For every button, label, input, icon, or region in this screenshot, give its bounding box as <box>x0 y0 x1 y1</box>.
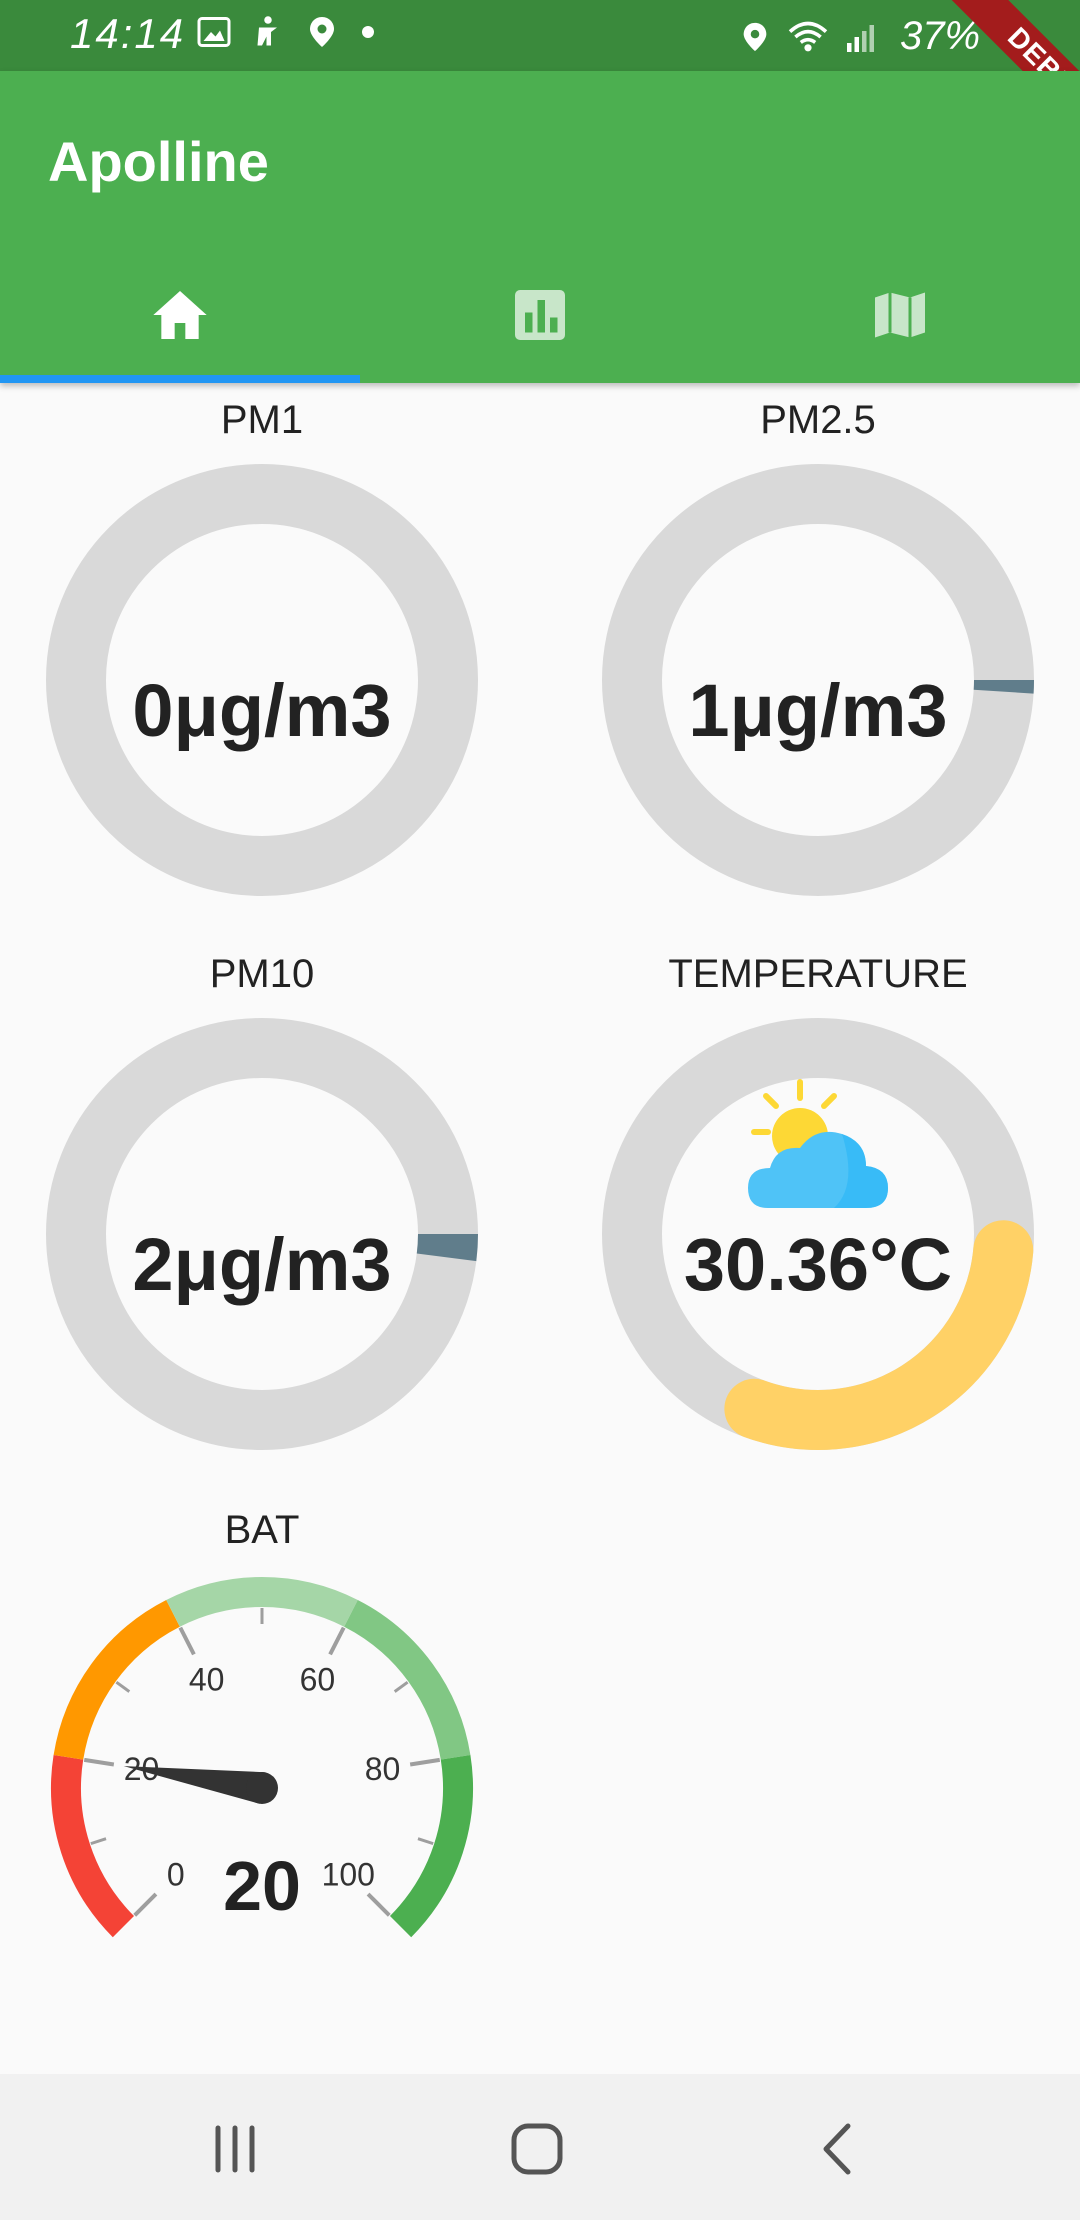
accessibility-icon <box>257 16 277 46</box>
battery-tick-label: 40 <box>189 1661 225 1697</box>
pm10-value: 2μg/m3 <box>132 1223 392 1306</box>
battery-tick <box>115 1680 131 1693</box>
location-pin-icon <box>310 17 334 47</box>
navigation-bar <box>0 2074 1080 2220</box>
pm25-value: 1μg/m3 <box>688 669 948 752</box>
temperature-label: TEMPERATURE <box>668 952 968 996</box>
battery-tick <box>178 1626 196 1656</box>
pm1-label: PM1 <box>220 398 304 442</box>
battery-tick <box>409 1757 441 1767</box>
temperature-value: 30.36°C <box>683 1223 953 1306</box>
status-time: 14:14 <box>70 10 186 57</box>
battery-tick <box>328 1626 346 1656</box>
wifi-icon <box>788 21 828 51</box>
back-button[interactable] <box>804 2114 874 2184</box>
pm1-value: 0μg/m3 <box>132 669 392 752</box>
pm10-label: PM10 <box>209 952 315 996</box>
battery-tick <box>393 1680 409 1693</box>
pm25-label: PM2.5 <box>760 398 876 442</box>
location-icon <box>743 22 767 51</box>
map-icon <box>875 292 925 338</box>
home-icon <box>153 291 207 339</box>
partly-cloudy-icon <box>748 1079 888 1208</box>
battery-tick <box>83 1757 115 1767</box>
gallery-icon <box>197 17 231 47</box>
battery-tick <box>90 1837 107 1846</box>
app-title: Apolline <box>48 130 269 193</box>
battery-needle-hub <box>246 1772 278 1804</box>
bar-chart-icon <box>515 290 565 340</box>
notification-icons <box>196 14 378 50</box>
battery-tick-label: 60 <box>300 1661 336 1697</box>
dot-icon <box>362 26 374 38</box>
battery-tick-label: 80 <box>365 1751 401 1787</box>
battery-value: 20 <box>223 1847 301 1925</box>
tab-home[interactable] <box>0 247 360 383</box>
battery-tick <box>417 1837 434 1846</box>
recent-apps-button[interactable] <box>200 2114 270 2184</box>
tab-indicator <box>0 375 360 383</box>
home-button[interactable] <box>502 2114 572 2184</box>
tab-map[interactable] <box>720 247 1080 383</box>
status-bar: 14:14 37% DEBUG <box>0 0 1080 177</box>
battery-label: BAT <box>224 1508 300 1552</box>
app-bar: Apolline <box>0 71 1080 383</box>
signal-icon <box>847 24 874 52</box>
tab-statistics[interactable] <box>360 247 720 383</box>
